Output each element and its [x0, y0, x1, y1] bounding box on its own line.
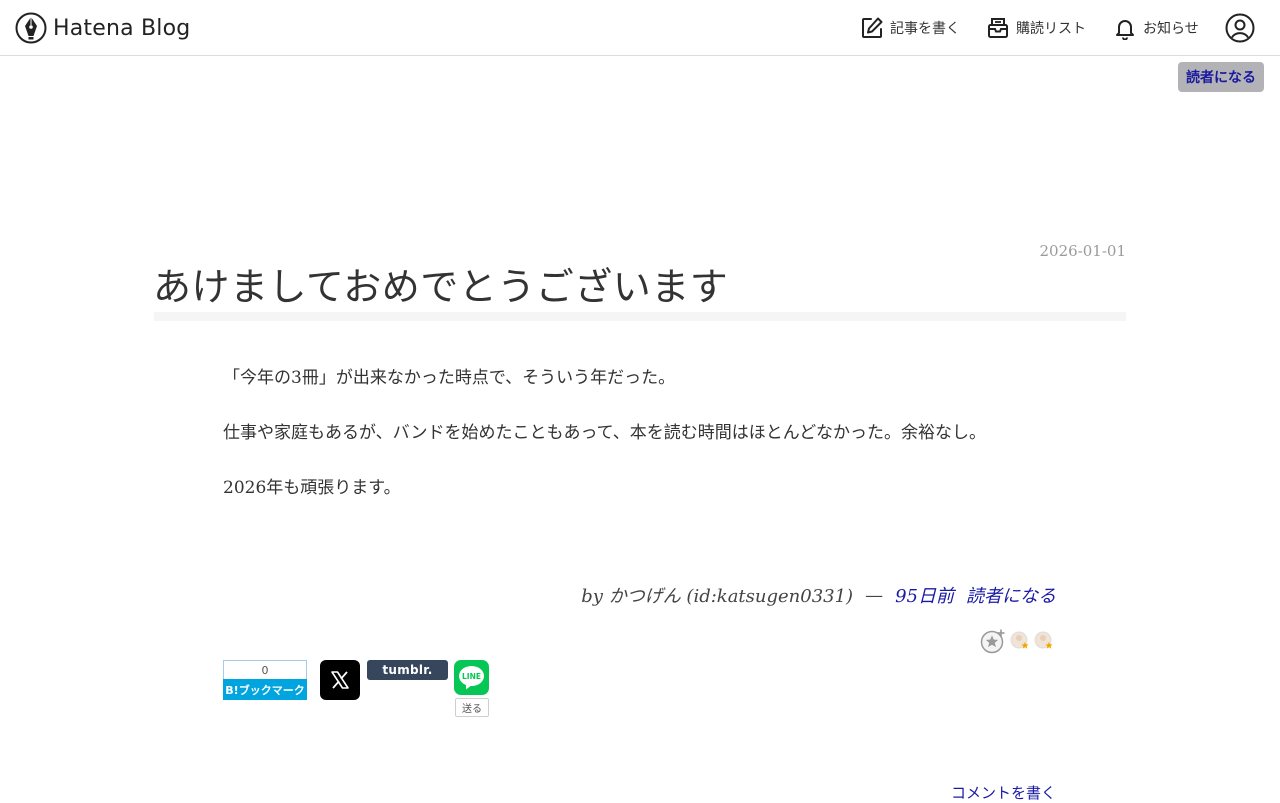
subscribe-button[interactable]: 読者になる	[1178, 62, 1264, 92]
bookmark-label: B!ブックマーク	[223, 679, 307, 700]
bell-icon	[1116, 20, 1134, 40]
relative-time-link[interactable]: 95日前	[895, 582, 954, 608]
user-circle-icon[interactable]	[1225, 13, 1255, 43]
tumblr-share-button[interactable]: tumblr.	[367, 660, 448, 680]
author-line[interactable]: by かつげん (id:katsugen0331)	[581, 582, 853, 608]
notifications-button[interactable]: お知らせ	[1113, 14, 1199, 42]
subscribe-link[interactable]: 読者になる	[966, 582, 1056, 608]
entry-title[interactable]: あけましておめでとうございます	[153, 256, 728, 311]
entry-paragraph: 2026年も頑張ります。	[223, 478, 401, 498]
subscriptions-icon	[988, 18, 1008, 38]
subscription-list-label: 購読リスト	[1016, 21, 1086, 37]
footer-separator: —	[865, 584, 884, 606]
bookmark-count: 0	[223, 660, 307, 679]
hatena-bookmark-button[interactable]: 0 B!ブックマーク	[223, 660, 307, 700]
notifications-label: お知らせ	[1143, 21, 1199, 37]
star-user-icon[interactable]	[1010, 631, 1030, 651]
write-article-button[interactable]: 記事を書く	[860, 14, 960, 42]
star-user-icon[interactable]	[1034, 631, 1054, 651]
entry-content: 「今年の3冊」が出来なかった時点で、そういう年だった。 仕事や家庭もあるが、バン…	[223, 364, 1057, 529]
write-article-label: 記事を書く	[890, 21, 960, 37]
title-divider	[154, 312, 1126, 321]
x-logo-icon	[331, 671, 349, 689]
entry-date[interactable]: 2026-01-01	[1040, 242, 1126, 260]
line-logo-icon: LINE	[459, 666, 484, 690]
add-star-icon[interactable]	[980, 628, 1006, 654]
pen-nib-logo-icon	[15, 12, 47, 44]
hatena-star-area	[980, 628, 1054, 654]
subscription-list-button[interactable]: 購読リスト	[986, 14, 1086, 42]
edit-icon	[862, 17, 883, 38]
line-send-button[interactable]: 送る	[455, 698, 489, 717]
x-share-button[interactable]	[320, 660, 360, 700]
line-share-button[interactable]: LINE	[454, 660, 489, 695]
line-logo-text: LINE	[462, 672, 481, 681]
entry-paragraph: 「今年の3冊」が出来なかった時点で、そういう年だった。	[223, 368, 676, 388]
entry-paragraph: 仕事や家庭もあるが、バンドを始めたこともあって、本を読む時間はほとんどなかった。…	[223, 423, 986, 443]
entry-footer: by かつげん (id:katsugen0331) — 95日前 読者になる	[581, 582, 1056, 608]
hatena-blog-logo[interactable]: Hatena Blog	[15, 12, 190, 44]
global-header: Hatena Blog 記事を書く 購読リスト お知らせ	[0, 0, 1280, 56]
brand-name: Hatena Blog	[53, 15, 191, 41]
